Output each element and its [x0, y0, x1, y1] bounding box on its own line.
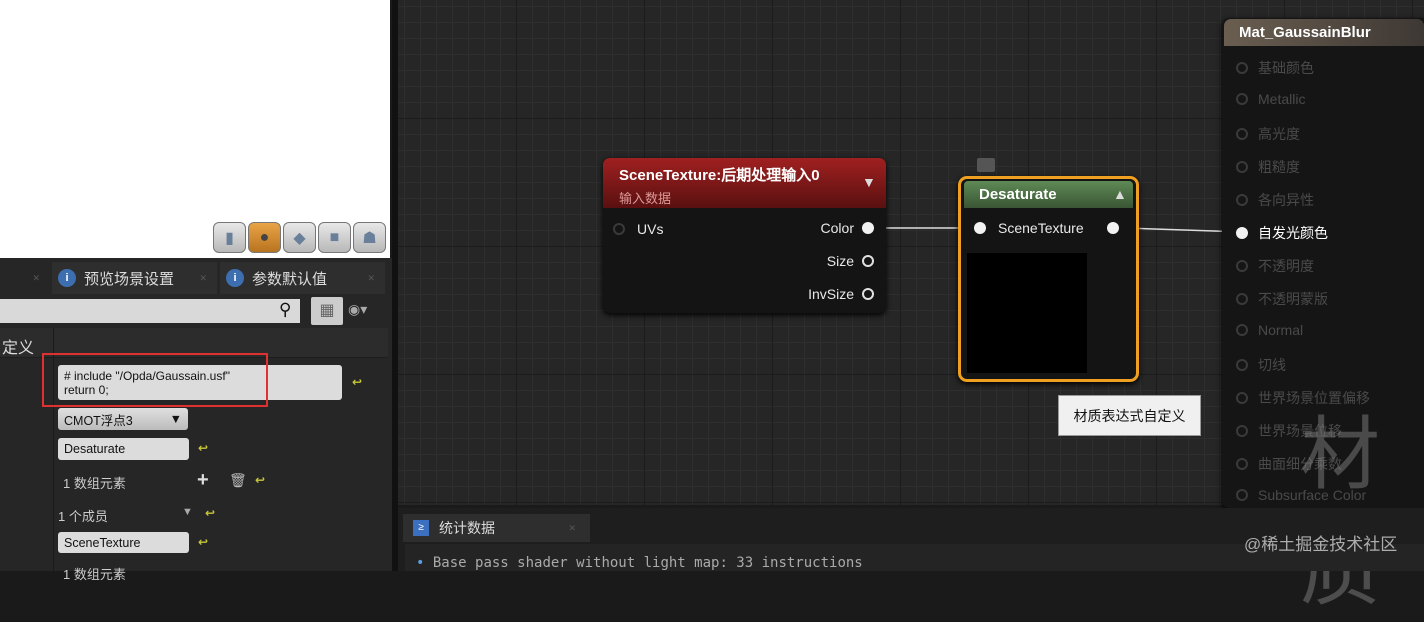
- pin-scenetexture-input[interactable]: SceneTexture: [974, 220, 1084, 236]
- material-pin[interactable]: 不透明蒙版: [1236, 289, 1328, 309]
- comment-bubble-icon[interactable]: [977, 158, 995, 172]
- pin-icon: [1236, 62, 1248, 74]
- pin-label: Normal: [1258, 322, 1304, 338]
- material-pin[interactable]: 自发光颜色: [1236, 223, 1328, 243]
- pin-label: Color: [820, 220, 854, 236]
- pin-label: 基础颜色: [1258, 60, 1314, 76]
- pin-label: 不透明蒙版: [1258, 291, 1328, 307]
- pin-label: 各向异性: [1258, 192, 1314, 208]
- material-pin[interactable]: 切线: [1236, 355, 1286, 375]
- pin-icon: [862, 288, 874, 300]
- stats-line: • Base pass shader without light map: 33…: [416, 555, 863, 571]
- bullet-icon: •: [416, 555, 425, 571]
- pin-label: SceneTexture: [998, 220, 1084, 236]
- node-title: Mat_GaussainBlur: [1239, 24, 1371, 41]
- material-pin[interactable]: 粗糙度: [1236, 157, 1300, 177]
- pin-icon: [1236, 260, 1248, 272]
- pin-color[interactable]: Color: [821, 220, 874, 236]
- tab-label: 统计数据: [439, 520, 495, 536]
- pin-icon: [1236, 93, 1248, 105]
- pin-icon: [974, 222, 986, 234]
- terminal-icon: ≥: [413, 520, 429, 536]
- pin-label: InvSize: [808, 286, 854, 302]
- node-subtitle: 输入数据: [619, 191, 672, 206]
- pin-label: Metallic: [1258, 91, 1306, 107]
- pin-label: 不透明度: [1258, 258, 1314, 274]
- node-preview-thumbnail: [967, 253, 1087, 373]
- material-pin[interactable]: 高光度: [1236, 124, 1300, 144]
- collapse-arrow-icon[interactable]: ▼: [862, 174, 876, 190]
- pin-label: 自发光颜色: [1258, 225, 1328, 241]
- pin-icon: [1236, 425, 1248, 437]
- pin-label: Size: [826, 253, 854, 269]
- stats-text: Base pass shader without light map: 33 i…: [432, 555, 863, 571]
- pin-label: 高光度: [1258, 126, 1300, 142]
- pin-icon: [1236, 489, 1248, 501]
- pin-icon: [862, 222, 874, 234]
- close-icon[interactable]: ✕: [568, 523, 576, 534]
- tab-stats[interactable]: ≥ 统计数据 ✕: [403, 514, 590, 542]
- pin-icon: [1236, 128, 1248, 140]
- pin-label: UVs: [637, 221, 664, 237]
- pin-label: 切线: [1258, 357, 1286, 373]
- material-pin[interactable]: 各向异性: [1236, 190, 1314, 210]
- material-pin[interactable]: 基础颜色: [1236, 58, 1314, 78]
- watermark-text: 材质: [1300, 410, 1380, 615]
- tooltip: 材质表达式自定义: [1058, 395, 1201, 436]
- collapse-arrow-icon[interactable]: ▲: [1113, 186, 1127, 202]
- pin-icon: [1236, 359, 1248, 371]
- pin-icon: [613, 223, 625, 235]
- material-pin[interactable]: 不透明度: [1236, 256, 1314, 276]
- pin-icon: [1236, 293, 1248, 305]
- pin-icon: [1236, 227, 1248, 239]
- node-title: Desaturate: [979, 186, 1057, 203]
- pin-invsize[interactable]: InvSize: [808, 286, 874, 302]
- material-pin[interactable]: Metallic: [1236, 91, 1305, 107]
- material-pin[interactable]: Normal: [1236, 322, 1303, 338]
- pin-icon: [1236, 194, 1248, 206]
- site-watermark: @稀土掘金技术社区: [1244, 535, 1398, 554]
- pin-size[interactable]: Size: [827, 253, 874, 269]
- pin-icon: [1236, 324, 1248, 336]
- pin-icon: [1236, 392, 1248, 404]
- pin-icon: [862, 255, 874, 267]
- desaturate-output-pin[interactable]: [1107, 222, 1119, 234]
- pin-label: 粗糙度: [1258, 159, 1300, 175]
- pin-icon: [1236, 458, 1248, 470]
- pin-uvs[interactable]: UVs: [613, 221, 663, 237]
- node-title: SceneTexture:后期处理输入0: [619, 167, 820, 184]
- pin-icon: [1236, 161, 1248, 173]
